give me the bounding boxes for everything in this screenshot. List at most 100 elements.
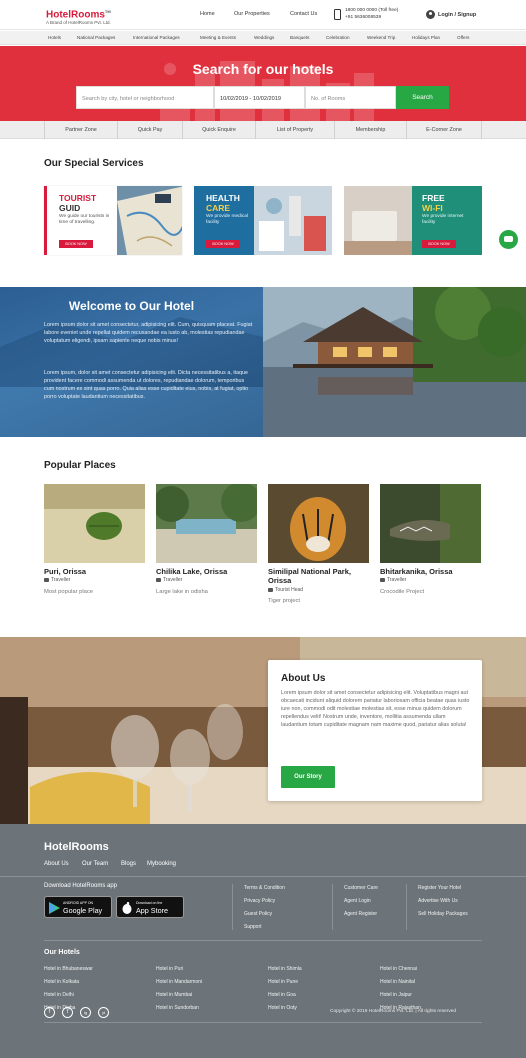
place-type-bhitarkanika: Traveller xyxy=(380,577,406,583)
subnav-hotels[interactable]: Hotels xyxy=(48,35,61,40)
search-location-input[interactable]: Search by city, hotel or neighborhood xyxy=(76,86,214,109)
service-title-health: HEALTH CARE xyxy=(206,193,240,213)
hotel-link[interactable]: Hotel in Delhi xyxy=(44,992,74,998)
quick-ecorner-zone[interactable]: E-Corner Zone xyxy=(406,121,482,139)
place-name-bhitarkanika[interactable]: Bhitarkanika, Orissa xyxy=(380,567,486,576)
footer-link-mybooking[interactable]: Mybooking xyxy=(147,861,176,867)
hotel-link[interactable]: Hotel in Bhubaneswar xyxy=(44,966,93,972)
place-desc-chilika: Large lake in odisha xyxy=(156,589,208,595)
subnav-weddings[interactable]: Weddings xyxy=(254,35,274,40)
place-type-chilika: Traveller xyxy=(156,577,182,583)
service-desc-tourist: We guide our tourists in time of travell… xyxy=(59,214,110,225)
footer-divider xyxy=(44,940,482,941)
place-image-bhitarkanika[interactable] xyxy=(380,484,481,563)
chat-bubble-icon[interactable] xyxy=(499,230,518,249)
footer-support[interactable]: Support xyxy=(244,924,262,930)
service-card-wifi[interactable]: FREE WI-FI We provide internet facility B… xyxy=(344,186,482,255)
nav-home[interactable]: Home xyxy=(200,11,215,17)
app-store-button[interactable]: Download on the App Store xyxy=(116,896,184,918)
quick-membership[interactable]: Membership xyxy=(334,121,406,139)
hotel-link[interactable]: Hotel in Ooty xyxy=(268,1005,297,1011)
subnav-celebration[interactable]: Celebration xyxy=(326,35,350,40)
footer-customer-care[interactable]: Customer Care xyxy=(344,885,378,891)
hotel-link[interactable]: Hotel in Jaipur xyxy=(380,992,412,998)
site-header: HotelRoomsTM A Brand of HotelRooms Pvt. … xyxy=(0,0,526,30)
place-name-puri[interactable]: Puri, Orissa xyxy=(44,567,150,576)
footer-link-team[interactable]: Our Team xyxy=(82,861,108,867)
logo-tm: TM xyxy=(104,9,111,14)
date-range-input[interactable]: 10/02/2019 - 10/02/2019 xyxy=(214,86,305,109)
subnav-national-packages[interactable]: National Packages xyxy=(77,35,115,40)
login-signup-button[interactable]: Login / Signup xyxy=(426,10,476,19)
footer-link-blogs[interactable]: Blogs xyxy=(121,861,136,867)
quick-partner-zone[interactable]: Partner Zone xyxy=(44,121,117,139)
book-now-button-wifi[interactable]: BOOK NOW xyxy=(422,240,456,248)
quick-pay[interactable]: Quick Pay xyxy=(117,121,182,139)
subnav-weekend-trip[interactable]: Weekend Trip xyxy=(367,35,395,40)
youtube-icon[interactable]: yt xyxy=(98,1007,109,1018)
book-now-button-tourist[interactable]: BOOK NOW xyxy=(59,240,93,248)
hotel-link[interactable]: Hotel in Shimla xyxy=(268,966,302,972)
place-image-similipal[interactable] xyxy=(268,484,369,563)
phone-icon xyxy=(334,9,341,20)
hotel-link[interactable]: Hotel in Puri xyxy=(156,966,183,972)
app-download-label: Download HotelRooms app xyxy=(44,883,118,889)
search-button[interactable]: Search xyxy=(396,86,449,109)
footer-guest-policy[interactable]: Guest Policy xyxy=(244,911,272,917)
about-card: About Us Lorem ipsum dolor sit amet cons… xyxy=(268,660,482,801)
quick-list-property[interactable]: List of Property xyxy=(255,121,334,139)
our-story-button[interactable]: Our Story xyxy=(281,766,335,788)
footer-register-hotel[interactable]: Register Your Hotel xyxy=(418,885,461,891)
logo[interactable]: HotelRoomsTM A Brand of HotelRooms Pvt. … xyxy=(46,6,111,26)
place-name-chilika[interactable]: Chilika Lake, Orissa xyxy=(156,567,262,576)
footer-sell-packages[interactable]: Sell Holiday Packages xyxy=(418,911,468,917)
google-play-button[interactable]: ANDROID APP ON Google Play xyxy=(44,896,112,918)
place-desc-similipal: Tiger project xyxy=(268,598,301,604)
map-photo xyxy=(117,186,182,255)
subnav-offers[interactable]: Offers xyxy=(457,35,469,40)
hotel-link[interactable]: Hotel in Chennai xyxy=(380,966,417,972)
hotel-link[interactable]: Hotel in Mandarmoni xyxy=(156,979,202,985)
nav-our-properties[interactable]: Our Properties xyxy=(234,11,270,17)
briefcase-icon xyxy=(268,588,273,592)
subnav-holidays-plan[interactable]: Holidays Plan xyxy=(412,35,440,40)
footer-col-divider xyxy=(406,884,407,930)
footer-terms[interactable]: Terms & Condition xyxy=(244,885,285,891)
footer-link-about[interactable]: About Us xyxy=(44,861,69,867)
phone-tollfree[interactable]: 1800 000 0000 (Toll free) xyxy=(345,7,398,14)
rooms-input[interactable]: No. of Rooms xyxy=(305,86,396,109)
service-card-tourist[interactable]: TOURIST GUID We guide our tourists in tim… xyxy=(44,186,182,255)
place-image-puri[interactable] xyxy=(44,484,145,563)
phone-numbers: 1800 000 0000 (Toll free) +91 5636008539 xyxy=(345,7,398,21)
place-name-similipal[interactable]: Similipal National Park, Orissa xyxy=(268,567,368,585)
book-now-button-health[interactable]: BOOK NOW xyxy=(206,240,240,248)
hotel-link[interactable]: Hotel in Nainital xyxy=(380,979,415,985)
service-card-health[interactable]: HEALTH CARE We provide medical facility B… xyxy=(194,186,332,255)
user-icon xyxy=(426,10,435,19)
footer-advertise[interactable]: Advertise With Us xyxy=(418,898,458,904)
subnav-meeting-events[interactable]: Meeting & Events xyxy=(200,35,236,40)
place-image-chilika[interactable] xyxy=(156,484,257,563)
footer-agent-register[interactable]: Agent Register xyxy=(344,911,377,917)
hotel-link[interactable]: Hotel in Mumbai xyxy=(156,992,192,998)
hotel-link[interactable]: Hotel in Kolkata xyxy=(44,979,79,985)
subnav-banquets[interactable]: Banquets xyxy=(290,35,309,40)
facebook-icon[interactable]: f xyxy=(44,1007,55,1018)
subnav-international-packages[interactable]: International Packages xyxy=(133,35,180,40)
hotel-link[interactable]: Hotel in Sundorban xyxy=(156,1005,199,1011)
nav-contact-us[interactable]: Contact Us xyxy=(290,11,317,17)
footer-privacy[interactable]: Privacy Policy xyxy=(244,898,275,904)
hotel-link[interactable]: Hotel in Pune xyxy=(268,979,298,985)
phone-mobile[interactable]: +91 5636008539 xyxy=(345,14,398,21)
twitter-icon[interactable]: t xyxy=(62,1007,73,1018)
footer-agent-login[interactable]: Agent Login xyxy=(344,898,371,904)
footer-col-divider xyxy=(232,884,233,930)
services-heading: Our Special Services xyxy=(44,158,144,169)
hotel-link[interactable]: Hotel in Goa xyxy=(268,992,296,998)
quick-enquire[interactable]: Quick Enquire xyxy=(182,121,255,139)
apple-icon xyxy=(122,902,132,914)
instagram-icon[interactable]: ig xyxy=(80,1007,91,1018)
welcome-paragraph-2: Lorem ipsum, dolor sit amet consectetur … xyxy=(44,370,249,400)
google-play-icon xyxy=(49,902,60,914)
quick-links-bar: Partner Zone Quick Pay Quick Enquire Lis… xyxy=(0,121,526,139)
